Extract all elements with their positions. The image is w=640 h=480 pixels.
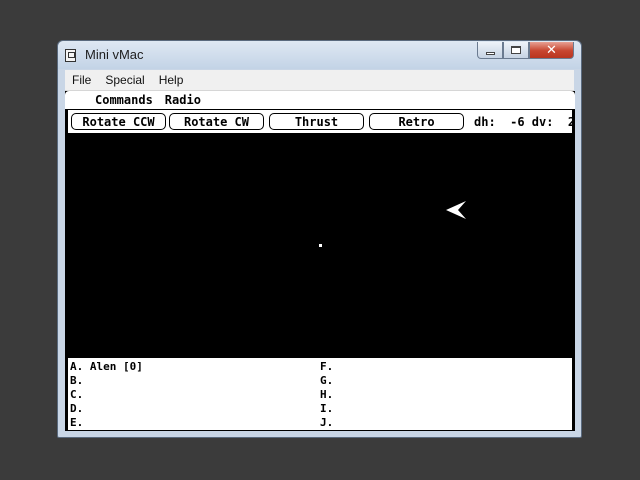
player-slot: D. [70, 402, 84, 415]
rotate-cw-button[interactable]: Rotate CW [169, 113, 264, 130]
player-slot: H. [320, 388, 334, 401]
player-slot: G. [320, 374, 334, 387]
maximize-icon [511, 46, 521, 54]
minimize-icon [485, 51, 495, 55]
host-menu-bar: File Special Help [65, 70, 574, 91]
rotate-ccw-button[interactable]: Rotate CCW [71, 113, 166, 130]
player-slot: A. Alen [0] [70, 360, 143, 373]
mac-menu-bar: Commands Radio [65, 91, 575, 110]
player-roster: A. Alen [0] B. C. D. E. F. G. H. I. J. [68, 358, 572, 430]
maximize-button[interactable] [503, 42, 529, 59]
velocity-readout: dh: -6 dv: 2 [474, 115, 575, 129]
title-bar[interactable]: Mini vMac ✕ [58, 41, 581, 69]
player-slot: B. [70, 374, 84, 387]
menu-help[interactable]: Help [152, 73, 191, 87]
menu-file[interactable]: File [65, 73, 98, 87]
player-slot: F. [320, 360, 334, 373]
window-title: Mini vMac [85, 47, 144, 62]
roster-left-column: A. Alen [0] B. C. D. E. [70, 360, 143, 430]
window-controls: ✕ [477, 42, 574, 59]
menu-special[interactable]: Special [98, 73, 151, 87]
planet-dot [319, 244, 322, 247]
thrust-button[interactable]: Thrust [269, 113, 364, 130]
roster-right-column: F. G. H. I. J. [320, 360, 333, 430]
space-view[interactable] [68, 133, 572, 358]
retro-button[interactable]: Retro [369, 113, 464, 130]
player-slot: E. [70, 416, 84, 429]
control-toolbar: Rotate CCW Rotate CW Thrust Retro dh: -6… [68, 110, 575, 132]
player-slot: C. [70, 388, 84, 401]
minimize-button[interactable] [477, 42, 503, 59]
mini-vmac-icon [65, 49, 76, 62]
emulator-window: Mini vMac ✕ File Special Help Commands R… [57, 40, 582, 438]
player-slot: I. [320, 402, 334, 415]
spaceship-icon [446, 201, 466, 219]
menu-radio[interactable]: Radio [159, 93, 207, 107]
close-icon: ✕ [546, 42, 557, 58]
close-button[interactable]: ✕ [529, 42, 574, 59]
menu-commands[interactable]: Commands [89, 93, 159, 107]
game-window: Rotate CCW Rotate CW Thrust Retro dh: -6… [67, 110, 575, 430]
emulated-screen: Commands Radio Rotate CCW Rotate CW Thru… [65, 91, 575, 431]
player-slot: J. [320, 416, 334, 429]
